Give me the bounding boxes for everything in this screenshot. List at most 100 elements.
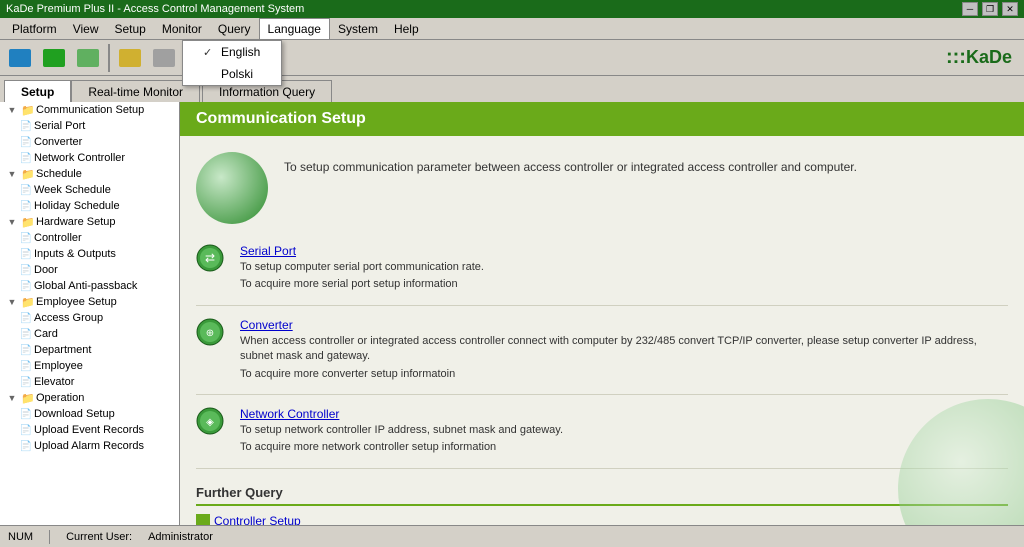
- serial-port-icon: ⇄: [196, 244, 224, 272]
- network-controller-desc1: To setup network controller IP address, …: [240, 423, 1008, 438]
- sidebar-item-holiday-schedule[interactable]: 📄 Holiday Schedule: [0, 198, 179, 214]
- sidebar-label-converter: Converter: [34, 136, 82, 148]
- fq-link-icon: [196, 514, 210, 525]
- controller-setup-link[interactable]: Controller Setup: [196, 514, 1008, 525]
- menu-view[interactable]: View: [65, 18, 107, 39]
- toolbar-btn-4[interactable]: [114, 43, 146, 73]
- doc-icon-antipass: 📄: [19, 279, 33, 293]
- sidebar-item-week-schedule[interactable]: 📄 Week Schedule: [0, 182, 179, 198]
- toolbar-btn-3[interactable]: [72, 43, 104, 73]
- svg-text:⇄: ⇄: [205, 251, 215, 265]
- tab-setup[interactable]: Setup: [4, 80, 71, 102]
- expand-icon: ▼: [5, 103, 19, 117]
- menu-system[interactable]: System: [330, 18, 386, 39]
- sidebar-item-inputs-outputs[interactable]: 📄 Inputs & Outputs: [0, 246, 179, 262]
- status-separator: [49, 530, 50, 544]
- logo-prefix: :::: [946, 46, 966, 68]
- converter-icon-container: ⊕: [196, 318, 228, 350]
- converter-desc2: To acquire more converter setup informat…: [240, 367, 1008, 382]
- menu-language[interactable]: Language: [259, 18, 330, 39]
- expand-icon-hardware: ▼: [5, 215, 19, 229]
- converter-link[interactable]: Converter: [240, 318, 1008, 332]
- sidebar-item-converter[interactable]: 📄 Converter: [0, 134, 179, 150]
- sidebar-label-door: Door: [34, 264, 58, 276]
- sidebar-item-card[interactable]: 📄 Card: [0, 326, 179, 342]
- sidebar-item-upload-event[interactable]: 📄 Upload Event Records: [0, 422, 179, 438]
- content-area: Communication Setup To setup communicati…: [180, 102, 1024, 525]
- sidebar-label-schedule: Schedule: [36, 168, 82, 180]
- sidebar-item-door[interactable]: 📄 Door: [0, 262, 179, 278]
- network-controller-icon-container: ◈: [196, 407, 228, 439]
- toolbar: ◀ ▶ :::KaDe: [0, 40, 1024, 76]
- network-controller-link[interactable]: Network Controller: [240, 407, 1008, 421]
- sidebar-item-schedule[interactable]: ▼ 📁 Schedule: [0, 166, 179, 182]
- tab-bar: Setup Real-time Monitor Information Quer…: [0, 76, 1024, 102]
- sidebar-item-upload-alarm[interactable]: 📄 Upload Alarm Records: [0, 438, 179, 454]
- doc-icon-download: 📄: [19, 407, 33, 421]
- doc-icon-converter: 📄: [19, 135, 33, 149]
- network-controller-icon: ◈: [196, 407, 224, 435]
- toolbar-btn-5[interactable]: [148, 43, 180, 73]
- current-user-label: Current User:: [66, 531, 132, 543]
- logo-text: KaDe: [966, 47, 1012, 67]
- menu-setup[interactable]: Setup: [106, 18, 153, 39]
- sidebar-item-hardware-setup[interactable]: ▼ 📁 Hardware Setup: [0, 214, 179, 230]
- sidebar-label-week-schedule: Week Schedule: [34, 184, 111, 196]
- window-title: KaDe Premium Plus II - Access Control Ma…: [6, 3, 304, 15]
- toolbar-icon-2: [43, 49, 65, 67]
- svg-text:◈: ◈: [206, 417, 214, 428]
- toolbar-btn-2[interactable]: [38, 43, 70, 73]
- sidebar: ▼ 📁 Communication Setup 📄 Serial Port 📄 …: [0, 102, 180, 525]
- sidebar-item-employee-setup[interactable]: ▼ 📁 Employee Setup: [0, 294, 179, 310]
- sidebar-label-elevator: Elevator: [34, 376, 74, 388]
- sidebar-item-network-controller[interactable]: 📄 Network Controller: [0, 150, 179, 166]
- doc-icon-week: 📄: [19, 183, 33, 197]
- serial-port-link[interactable]: Serial Port: [240, 244, 1008, 258]
- restore-button[interactable]: ❐: [982, 2, 998, 16]
- section-converter: ⊕ Converter When access controller or in…: [196, 306, 1008, 395]
- toolbar-btn-1[interactable]: [4, 43, 36, 73]
- section-serial-port: ⇄ Serial Port To setup computer serial p…: [196, 232, 1008, 306]
- sidebar-label-employee: Employee: [34, 360, 83, 372]
- expand-icon-employee: ▼: [5, 295, 19, 309]
- checkmark-english: ✓: [203, 46, 215, 59]
- language-english[interactable]: ✓ English: [183, 41, 281, 63]
- menu-query[interactable]: Query: [210, 18, 259, 39]
- sidebar-item-elevator[interactable]: 📄 Elevator: [0, 374, 179, 390]
- sidebar-label-upload-event: Upload Event Records: [34, 424, 144, 436]
- further-query-title: Further Query: [196, 485, 1008, 506]
- doc-icon-access-group: 📄: [19, 311, 33, 325]
- serial-port-icon-container: ⇄: [196, 244, 228, 276]
- kade-logo: :::KaDe: [946, 46, 1012, 69]
- menu-help[interactable]: Help: [386, 18, 427, 39]
- menu-monitor[interactable]: Monitor: [154, 18, 210, 39]
- main-container: ▼ 📁 Communication Setup 📄 Serial Port 📄 …: [0, 102, 1024, 525]
- doc-icon-card: 📄: [19, 327, 33, 341]
- language-polski-label: Polski: [221, 67, 253, 81]
- sidebar-item-controller[interactable]: 📄 Controller: [0, 230, 179, 246]
- doc-icon-door: 📄: [19, 263, 33, 277]
- sidebar-item-download-setup[interactable]: 📄 Download Setup: [0, 406, 179, 422]
- sidebar-item-department[interactable]: 📄 Department: [0, 342, 179, 358]
- further-query-section: Further Query Controller Setup: [196, 485, 1008, 525]
- sidebar-item-serial-port[interactable]: 📄 Serial Port: [0, 118, 179, 134]
- doc-icon-io: 📄: [19, 247, 33, 261]
- tab-realtime-monitor[interactable]: Real-time Monitor: [71, 80, 200, 102]
- sidebar-item-anti-passback[interactable]: 📄 Global Anti-passback: [0, 278, 179, 294]
- doc-icon-event: 📄: [19, 423, 33, 437]
- folder-icon-employee: 📁: [21, 295, 35, 309]
- folder-icon: 📁: [21, 103, 35, 117]
- language-polski[interactable]: Polski: [183, 63, 281, 85]
- intro-text: To setup communication parameter between…: [284, 152, 857, 182]
- minimize-button[interactable]: ─: [962, 2, 978, 16]
- network-controller-desc2: To acquire more network controller setup…: [240, 440, 1008, 455]
- sidebar-item-access-group[interactable]: 📄 Access Group: [0, 310, 179, 326]
- sidebar-item-employee[interactable]: 📄 Employee: [0, 358, 179, 374]
- sidebar-item-communication-setup[interactable]: ▼ 📁 Communication Setup: [0, 102, 179, 118]
- globe-top-icon: [196, 152, 268, 224]
- sidebar-label-operation: Operation: [36, 392, 84, 404]
- close-button[interactable]: ✕: [1002, 2, 1018, 16]
- sidebar-label-controller: Controller: [34, 232, 82, 244]
- sidebar-item-operation[interactable]: ▼ 📁 Operation: [0, 390, 179, 406]
- menu-platform[interactable]: Platform: [4, 18, 65, 39]
